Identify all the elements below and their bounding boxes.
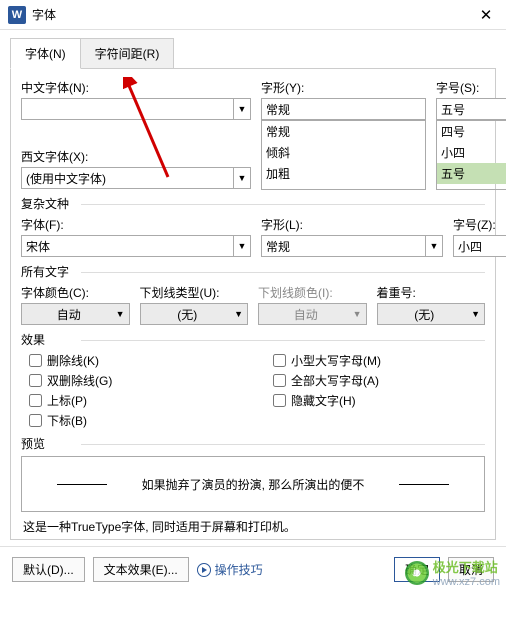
- underline-color-value: 自动: [263, 306, 349, 323]
- emphasis-label: 着重号:: [377, 284, 486, 301]
- size-listbox[interactable]: 四号 小四 五号: [436, 120, 506, 190]
- list-item[interactable]: 四号: [437, 121, 506, 142]
- underline-color-label: 下划线颜色(I):: [258, 284, 367, 301]
- preview-box: 如果抛弃了演员的扮演, 那么所演出的便不: [21, 456, 485, 512]
- west-font-combo[interactable]: ▼: [21, 167, 251, 189]
- tips-label: 操作技巧: [215, 561, 263, 578]
- font-color-value: 自动: [26, 306, 112, 323]
- chk-strikethrough[interactable]: 删除线(K): [29, 352, 233, 369]
- list-item[interactable]: 倾斜: [262, 142, 425, 163]
- style-label: 字形(Y):: [261, 79, 426, 96]
- text-effect-button[interactable]: 文本效果(E)...: [93, 557, 189, 582]
- chevron-down-icon[interactable]: ▼: [233, 167, 251, 189]
- chevron-down-icon[interactable]: ▼: [233, 98, 251, 120]
- size-label: 字号(S):: [436, 79, 506, 96]
- tab-panel-font: 中文字体(N): ▼ 字形(Y): 常规 倾斜 加粗 字号(S): 四号 小四 …: [10, 68, 496, 540]
- close-button[interactable]: ✕: [466, 0, 506, 30]
- tab-bar: 字体(N) 字符间距(R): [10, 38, 496, 69]
- cancel-button[interactable]: 取消: [448, 557, 494, 582]
- group-complex-title: 复杂文种: [21, 197, 75, 211]
- group-effects-title: 效果: [21, 333, 51, 347]
- chk-superscript[interactable]: 上标(P): [29, 392, 233, 409]
- chevron-down-icon: ▼: [471, 309, 480, 319]
- underline-dropdown[interactable]: (无) ▼: [140, 303, 249, 325]
- complex-size-label: 字号(Z):: [453, 216, 506, 233]
- style-listbox[interactable]: 常规 倾斜 加粗: [261, 120, 426, 190]
- chevron-down-icon[interactable]: ▼: [233, 235, 251, 257]
- chevron-down-icon: ▼: [234, 309, 243, 319]
- play-icon: [197, 563, 211, 577]
- cn-font-input[interactable]: [21, 98, 233, 120]
- chk-subscript[interactable]: 下标(B): [29, 412, 233, 429]
- list-item[interactable]: 加粗: [262, 163, 425, 184]
- style-input[interactable]: [261, 98, 426, 120]
- window-title: 字体: [32, 6, 466, 23]
- west-font-label: 西文字体(X):: [21, 148, 251, 165]
- app-icon: W: [8, 6, 26, 24]
- tab-font[interactable]: 字体(N): [10, 38, 81, 69]
- list-item[interactable]: 小四: [437, 142, 506, 163]
- cn-font-combo[interactable]: ▼: [21, 98, 251, 120]
- underline-color-dropdown: 自动 ▼: [258, 303, 367, 325]
- default-button[interactable]: 默认(D)...: [12, 557, 85, 582]
- tips-link[interactable]: 操作技巧: [197, 561, 263, 578]
- emphasis-dropdown[interactable]: (无) ▼: [377, 303, 486, 325]
- font-color-dropdown[interactable]: 自动 ▼: [21, 303, 130, 325]
- list-item[interactable]: 五号: [437, 163, 506, 184]
- font-color-label: 字体颜色(C):: [21, 284, 130, 301]
- complex-style-label: 字形(L):: [261, 216, 443, 233]
- cn-font-label: 中文字体(N):: [21, 79, 251, 96]
- emphasis-value: (无): [382, 306, 468, 323]
- chevron-down-icon: ▼: [116, 309, 125, 319]
- tab-char-spacing[interactable]: 字符间距(R): [80, 38, 175, 69]
- chk-small-caps[interactable]: 小型大写字母(M): [273, 352, 477, 369]
- list-item[interactable]: 常规: [262, 121, 425, 142]
- ok-button[interactable]: 确定: [394, 557, 440, 582]
- complex-size-combo[interactable]: ▼: [453, 235, 506, 257]
- complex-font-label: 字体(F):: [21, 216, 251, 233]
- group-all-title: 所有文字: [21, 265, 75, 279]
- chevron-down-icon: ▼: [353, 309, 362, 319]
- chevron-down-icon[interactable]: ▼: [425, 235, 443, 257]
- group-preview-title: 预览: [21, 437, 51, 451]
- chk-double-strike[interactable]: 双删除线(G): [29, 372, 233, 389]
- complex-font-combo[interactable]: ▼: [21, 235, 251, 257]
- complex-font-input[interactable]: [21, 235, 233, 257]
- preview-text: 如果抛弃了演员的扮演, 那么所演出的便不: [112, 476, 395, 493]
- complex-style-combo[interactable]: ▼: [261, 235, 443, 257]
- size-input[interactable]: [436, 98, 506, 120]
- complex-style-input[interactable]: [261, 235, 425, 257]
- underline-label: 下划线类型(U):: [140, 284, 249, 301]
- complex-size-input[interactable]: [453, 235, 506, 257]
- chk-all-caps[interactable]: 全部大写字母(A): [273, 372, 477, 389]
- preview-hint: 这是一种TrueType字体, 同时适用于屏幕和打印机。: [23, 518, 483, 535]
- underline-value: (无): [145, 306, 231, 323]
- west-font-input[interactable]: [21, 167, 233, 189]
- chk-hidden[interactable]: 隐藏文字(H): [273, 392, 477, 409]
